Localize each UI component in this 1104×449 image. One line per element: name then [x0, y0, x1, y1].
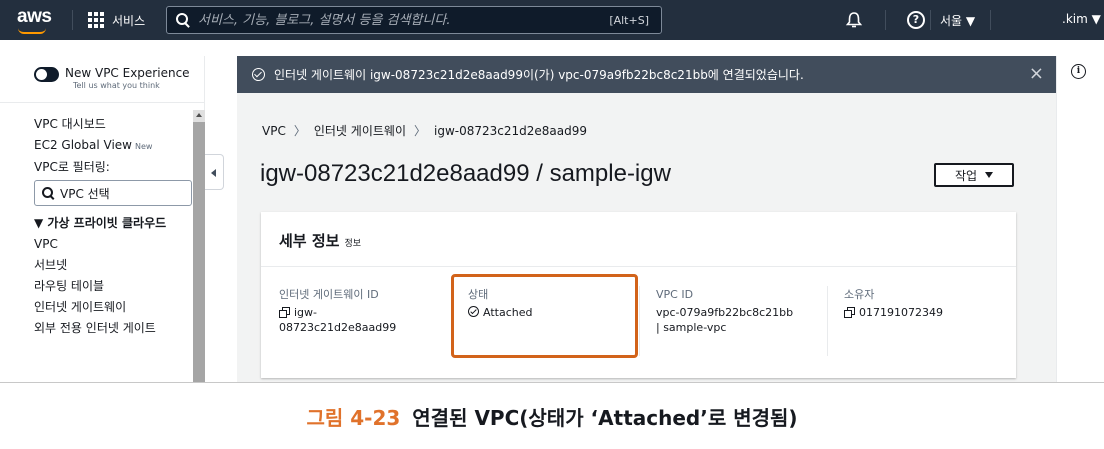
- state-highlight-box: [451, 274, 638, 358]
- breadcrumb-current: igw-08723c21d2e8aad99: [434, 123, 587, 138]
- top-navigation-bar: aws 서비스 [Alt+S] ? 서울 ▼ .kim ▼: [0, 0, 1104, 40]
- copy-icon[interactable]: [844, 307, 855, 318]
- page-title: igw-08723c21d2e8aad99 / sample-igw: [260, 160, 671, 187]
- new-experience-toggle-row: New VPC Experience Tell us what you thin…: [34, 66, 190, 92]
- sidebar-item-egress-only-gateways[interactable]: 외부 전용 인터넷 게이트: [34, 320, 192, 341]
- sidebar-item-label: EC2 Global View: [34, 138, 132, 152]
- igw-id-value: igw- 08723c21d2e8aad99: [279, 305, 396, 335]
- sidebar-item-vpc[interactable]: VPC: [34, 236, 192, 257]
- info-link[interactable]: 정보: [344, 239, 361, 249]
- info-panel-icon[interactable]: i: [1071, 64, 1086, 79]
- actions-label: 작업: [954, 168, 978, 183]
- vpc-filter-placeholder: VPC 선택: [60, 186, 110, 201]
- column-divider: [639, 286, 640, 356]
- vpc-filter-label: VPC로 필터링:: [34, 160, 110, 174]
- chevron-right-icon: 〉: [293, 124, 306, 138]
- igw-id-line1: igw-: [294, 306, 318, 319]
- main-content: VPC 〉 인터넷 게이트웨이 〉 igw-08723c21d2e8aad99 …: [237, 93, 1056, 382]
- sidebar-nav: VPC 대시보드 EC2 Global View New VPC로 필터링: VP…: [34, 116, 192, 341]
- grid-icon: [88, 12, 104, 28]
- sidebar-collapse-button[interactable]: [205, 154, 224, 190]
- aws-logo[interactable]: aws: [17, 6, 52, 28]
- success-check-icon: [252, 68, 265, 81]
- igw-id-line2: 08723c21d2e8aad99: [279, 321, 397, 334]
- flash-message: 인터넷 게이트웨이 igw-08723c21d2e8aad99이(가) vpc-…: [274, 68, 804, 82]
- screenshot-bottom-border: [0, 382, 1104, 383]
- owner-field: 소유자 017191072349: [844, 288, 943, 320]
- notifications-bell-icon[interactable]: [845, 11, 863, 29]
- nav-divider: [72, 10, 73, 30]
- global-search-bar[interactable]: [Alt+S]: [166, 6, 662, 34]
- new-experience-title: New VPC Experience: [65, 66, 190, 80]
- services-menu-button[interactable]: 서비스: [88, 0, 145, 40]
- feedback-link[interactable]: Tell us what you think: [73, 80, 190, 92]
- help-icon[interactable]: ?: [907, 11, 925, 29]
- region-selector[interactable]: 서울 ▼: [940, 12, 975, 29]
- vpc-id-line2: | sample-vpc: [656, 321, 727, 334]
- sidebar-item-internet-gateways[interactable]: 인터넷 게이트웨이: [34, 299, 192, 320]
- services-label: 서비스: [112, 13, 146, 28]
- account-menu[interactable]: .kim ▼: [1062, 12, 1101, 26]
- figure-caption: 그림 4-23 연결된 VPC(상태가 ‘Attached’로 변경됨): [0, 402, 1104, 431]
- sidebar-item-ec2-global-view[interactable]: EC2 Global View New: [34, 137, 192, 158]
- owner-id: 017191072349: [859, 306, 943, 319]
- new-vpc-experience-toggle[interactable]: [34, 67, 59, 82]
- aws-logo-smile: [18, 28, 46, 34]
- owner-value: 017191072349: [844, 305, 943, 320]
- details-title-text: 세부 정보: [279, 232, 340, 250]
- sidebar-item-subnets[interactable]: 서브넷: [34, 257, 192, 278]
- details-panel: 세부 정보 정보 인터넷 게이트웨이 ID igw- 08723c21d2e8aa…: [261, 212, 1016, 378]
- igw-id-field: 인터넷 게이트웨이 ID igw- 08723c21d2e8aad99: [279, 288, 396, 335]
- column-divider: [827, 286, 828, 356]
- vpc-sidebar: New VPC Experience Tell us what you thin…: [0, 56, 205, 382]
- section-virtual-private-cloud[interactable]: ▼ 가상 프라이빗 클라우드: [34, 215, 192, 236]
- search-icon: [42, 187, 54, 199]
- vpc-filter-select[interactable]: VPC 선택: [34, 180, 192, 206]
- vpc-id-link[interactable]: vpc-079a9fb22bc8c21bb | sample-vpc: [656, 305, 793, 335]
- success-flash-bar: 인터넷 게이트웨이 igw-08723c21d2e8aad99이(가) vpc-…: [237, 56, 1056, 93]
- nav-divider: [930, 10, 931, 30]
- sidebar-item-route-tables[interactable]: 라우팅 테이블: [34, 278, 192, 299]
- nav-divider: [990, 10, 991, 30]
- vpc-id-field: VPC ID vpc-079a9fb22bc8c21bb | sample-vp…: [656, 288, 793, 335]
- new-badge: New: [134, 142, 153, 151]
- sidebar-item-vpc-dashboard[interactable]: VPC 대시보드: [34, 116, 192, 137]
- breadcrumb-internet-gateways[interactable]: 인터넷 게이트웨이: [314, 122, 406, 139]
- help-panel-divider: [1056, 56, 1057, 382]
- vpc-id-line1: vpc-079a9fb22bc8c21bb: [656, 306, 794, 319]
- figure-caption-text: 연결된 VPC(상태가 ‘Attached’로 변경됨): [412, 406, 798, 430]
- nav-divider: [885, 10, 886, 30]
- copy-icon[interactable]: [279, 307, 290, 318]
- owner-label: 소유자: [844, 288, 875, 301]
- caret-down-icon: [985, 172, 994, 178]
- search-input[interactable]: [190, 7, 610, 33]
- igw-id-label: 인터넷 게이트웨이 ID: [279, 288, 379, 301]
- close-icon[interactable]: ×: [1029, 65, 1044, 83]
- sidebar-divider: [0, 102, 205, 103]
- breadcrumb-vpc[interactable]: VPC: [262, 124, 286, 138]
- details-title: 세부 정보 정보: [279, 230, 361, 251]
- sidebar-scrollbar[interactable]: [193, 122, 205, 382]
- vpc-id-label: VPC ID: [656, 288, 694, 301]
- search-shortcut-hint: [Alt+S]: [609, 13, 649, 27]
- chevron-right-icon: 〉: [413, 124, 426, 138]
- scroll-up-arrow-icon[interactable]: [196, 113, 202, 117]
- details-panel-header: 세부 정보 정보: [261, 212, 1016, 267]
- figure-number: 그림 4-23: [306, 406, 401, 430]
- actions-dropdown-button[interactable]: 작업: [934, 163, 1014, 187]
- search-icon: [176, 13, 190, 27]
- breadcrumb: VPC 〉 인터넷 게이트웨이 〉 igw-08723c21d2e8aad99: [262, 122, 587, 139]
